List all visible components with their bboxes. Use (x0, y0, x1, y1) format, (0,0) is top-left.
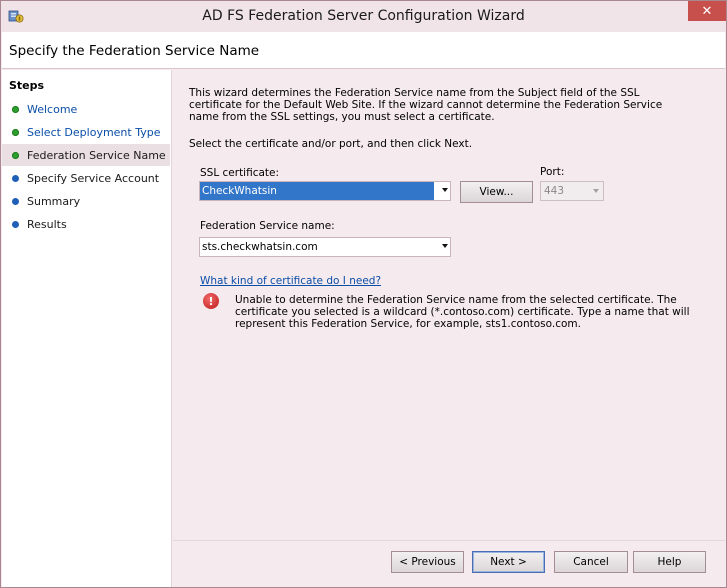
page-title: Specify the Federation Service Name (9, 43, 260, 59)
step-label: Federation Service Name (27, 148, 166, 162)
step-label: Results (27, 217, 67, 231)
content-pane: This wizard determines the Federation Se… (173, 70, 725, 587)
step-results: Results (2, 213, 170, 235)
step-status-dot (12, 105, 19, 113)
step-label: Select Deployment Type (27, 125, 161, 139)
ssl-certificate-value: CheckWhatsin (200, 182, 434, 200)
step-status-dot (12, 174, 19, 182)
step-welcome[interactable]: Welcome (2, 98, 170, 120)
error-message: Unable to determine the Federation Servi… (235, 294, 690, 330)
step-label: Welcome (27, 102, 78, 116)
port-dropdown: 443 (540, 181, 604, 201)
error-icon: ! (203, 293, 219, 309)
step-specify-service-account: Specify Service Account (2, 167, 170, 189)
next-button[interactable]: Next > (472, 551, 545, 573)
step-label: Specify Service Account (27, 171, 160, 185)
window-title: AD FS Federation Server Configuration Wi… (202, 8, 525, 24)
help-button[interactable]: Help (633, 551, 706, 573)
cancel-button[interactable]: Cancel (554, 551, 628, 573)
federation-service-name-label: Federation Service name: (200, 220, 335, 232)
steps-title: Steps (9, 79, 45, 92)
step-label: Summary (27, 194, 81, 208)
step-federation-service-name[interactable]: Federation Service Name (2, 144, 170, 166)
intro-text: This wizard determines the Federation Se… (189, 87, 663, 123)
certificate-help-link[interactable]: What kind of certificate do I need? (200, 275, 381, 287)
step-summary: Summary (2, 190, 170, 212)
ssl-certificate-dropdown[interactable]: CheckWhatsin (199, 181, 451, 201)
federation-service-name-value: sts.checkwhatsin.com (202, 241, 318, 253)
view-certificate-button[interactable]: View... (460, 181, 533, 203)
title-bar[interactable]: AD FS Federation Server Configuration Wi… (1, 1, 726, 32)
page-header: Specify the Federation Service Name (2, 32, 725, 69)
ssl-certificate-label: SSL certificate: (200, 167, 280, 179)
wizard-window: AD FS Federation Server Configuration Wi… (0, 0, 727, 588)
step-status-dot (12, 220, 19, 228)
close-button[interactable]: ✕ (688, 1, 726, 21)
port-label: Port: (540, 166, 565, 178)
footer-divider (173, 540, 725, 541)
steps-pane: Steps Welcome Select Deployment Type Fed… (2, 70, 172, 587)
port-value: 443 (544, 185, 565, 197)
chevron-down-icon (442, 244, 448, 248)
step-status-dot (12, 151, 19, 159)
chevron-down-icon (442, 188, 448, 192)
step-status-dot (12, 197, 19, 205)
step-status-dot (12, 128, 19, 136)
previous-button[interactable]: < Previous (391, 551, 464, 573)
exclamation-glyph: ! (208, 294, 214, 308)
close-icon: ✕ (701, 3, 713, 19)
step-select-deployment-type[interactable]: Select Deployment Type (2, 121, 170, 143)
chevron-down-icon (593, 189, 599, 193)
instruction-text: Select the certificate and/or port, and … (189, 138, 473, 150)
federation-service-name-combo[interactable]: sts.checkwhatsin.com (199, 237, 451, 257)
